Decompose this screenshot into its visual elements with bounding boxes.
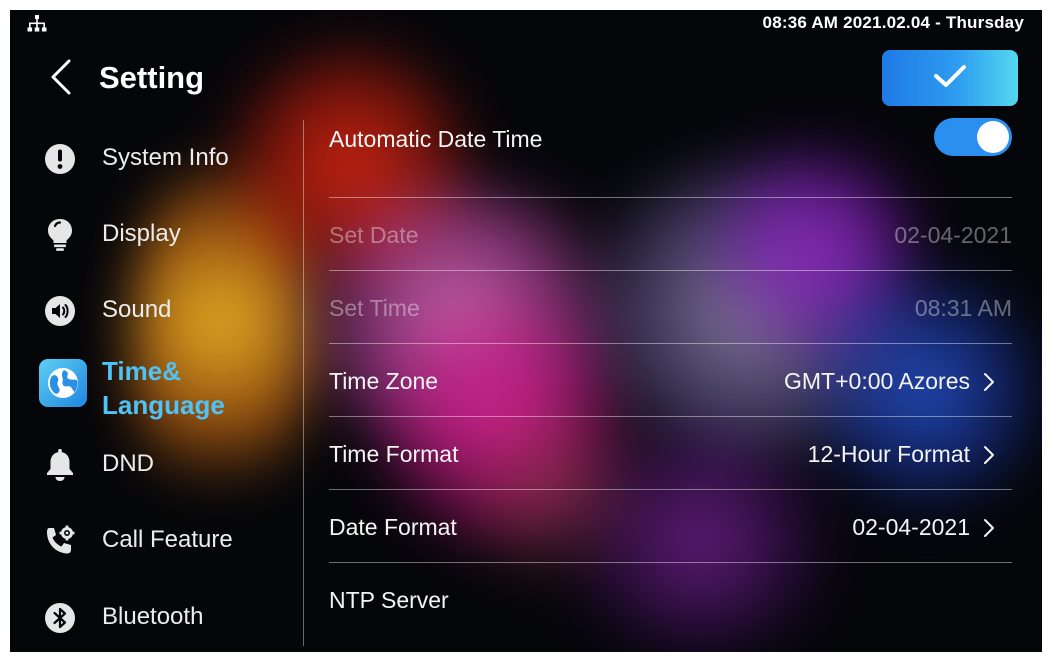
- bluetooth-icon: [43, 601, 77, 635]
- sidebar-item-label-line2: Language: [102, 390, 225, 420]
- date-format-row[interactable]: Date Format 02-04-2021: [329, 491, 1012, 564]
- set-date-label: Set Date: [329, 222, 419, 248]
- date-format-value: 02-04-2021: [852, 514, 970, 540]
- row-divider: [329, 270, 1012, 271]
- automatic-date-time-row: Automatic Date Time: [329, 108, 1012, 170]
- time-zone-label: Time Zone: [329, 368, 439, 394]
- set-date-row: Set Date 02-04-2021: [329, 199, 1012, 272]
- sidebar-item-label: Bluetooth: [102, 603, 204, 630]
- chevron-right-icon: [982, 518, 996, 538]
- sidebar-item-label: Display: [102, 220, 181, 247]
- automatic-date-time-label: Automatic Date Time: [329, 125, 543, 152]
- sidebar-item-label: System Info: [102, 144, 229, 171]
- sidebar-item-system-info[interactable]: System Info: [10, 128, 295, 188]
- sidebar-item-label: Time& Language: [102, 356, 225, 420]
- speaker-icon: [43, 294, 77, 328]
- status-clock: 08:36 AM 2021.02.04 - Thursday: [762, 13, 1024, 32]
- automatic-date-time-toggle[interactable]: [934, 118, 1012, 156]
- network-icon: [27, 15, 47, 33]
- sidebar-item-label: Sound: [102, 296, 172, 323]
- device-screen: 08:36 AM 2021.02.04 - Thursday Setting S…: [10, 10, 1042, 652]
- chevron-right-icon: [982, 372, 996, 392]
- chevron-right-icon: [982, 445, 996, 465]
- bell-icon: [43, 448, 77, 482]
- row-divider: [329, 197, 1012, 198]
- bulb-icon: [43, 218, 77, 252]
- set-time-value: 08:31 AM: [914, 295, 1012, 321]
- set-time-row: Set Time 08:31 AM: [329, 272, 1012, 345]
- sidebar-divider: [303, 120, 304, 646]
- date-format-label: Date Format: [329, 514, 457, 540]
- back-button[interactable]: [46, 59, 76, 99]
- set-time-label: Set Time: [329, 295, 420, 321]
- confirm-button[interactable]: [882, 50, 1018, 106]
- sidebar-item-label: Call Feature: [102, 526, 233, 553]
- time-zone-row[interactable]: Time Zone GMT+0:00 Azores: [329, 345, 1012, 418]
- sidebar-item-label-line1: Time&: [102, 356, 181, 386]
- phone-settings-icon: [43, 524, 77, 558]
- sidebar-item-display[interactable]: Display: [10, 204, 295, 264]
- sidebar-item-call-feature[interactable]: Call Feature: [10, 510, 295, 570]
- time-format-label: Time Format: [329, 441, 459, 467]
- set-date-value: 02-04-2021: [894, 222, 1012, 248]
- page-title: Setting: [99, 60, 205, 95]
- chevron-left-icon: [50, 59, 72, 100]
- check-icon: [933, 63, 967, 94]
- globe-icon: [39, 359, 87, 407]
- time-zone-value: GMT+0:00 Azores: [784, 368, 970, 394]
- sidebar-item-dnd[interactable]: DND: [10, 434, 295, 494]
- info-icon: [43, 142, 77, 176]
- row-divider: [329, 562, 1012, 563]
- ntp-server-row[interactable]: NTP Server: [329, 564, 1012, 637]
- sidebar-item-sound[interactable]: Sound: [10, 280, 295, 340]
- row-divider: [329, 343, 1012, 344]
- sidebar-item-bluetooth[interactable]: Bluetooth: [10, 587, 295, 647]
- toggle-knob: [977, 121, 1009, 153]
- row-divider: [329, 489, 1012, 490]
- ntp-server-label: NTP Server: [329, 587, 449, 613]
- row-divider: [329, 416, 1012, 417]
- status-bar: 08:36 AM 2021.02.04 - Thursday: [10, 10, 1042, 36]
- time-format-row[interactable]: Time Format 12-Hour Format: [329, 418, 1012, 491]
- sidebar-item-time-language[interactable]: Time& Language: [10, 356, 295, 422]
- sidebar-item-label: DND: [102, 450, 154, 477]
- time-format-value: 12-Hour Format: [807, 441, 970, 467]
